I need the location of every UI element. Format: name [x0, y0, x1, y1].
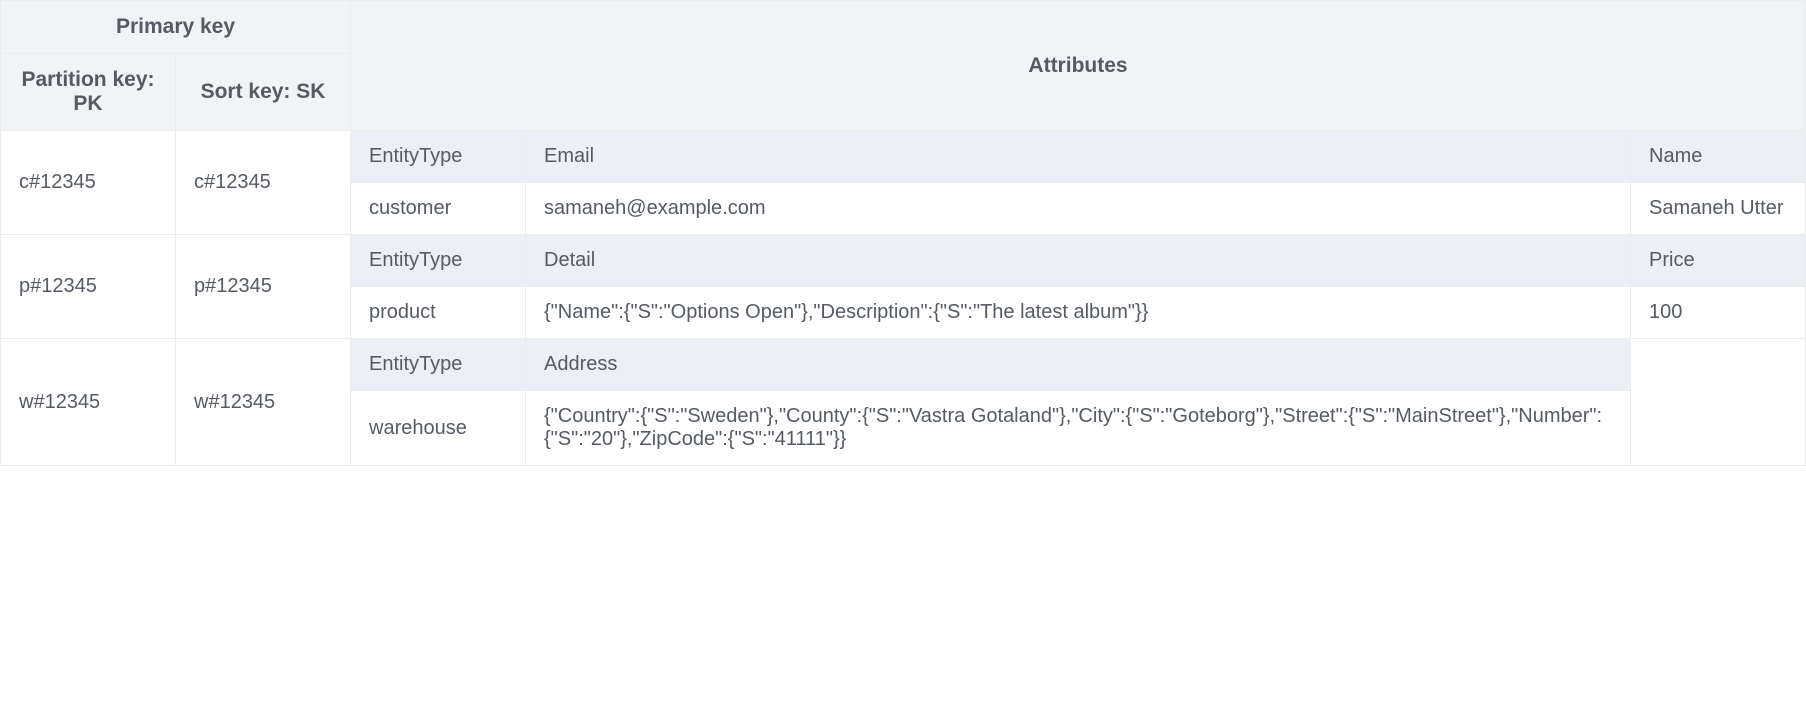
attr-value: samaneh@example.com: [526, 183, 1631, 235]
table-row: w#12345 w#12345 EntityType Address: [1, 339, 1806, 391]
table-row: p#12345 p#12345 EntityType Detail Price: [1, 235, 1806, 287]
attr-value: product: [351, 287, 526, 339]
attr-label: Address: [526, 339, 1631, 391]
cell-pk: c#12345: [1, 131, 176, 235]
header-attributes: Attributes: [351, 1, 1806, 131]
attr-value: 100: [1631, 287, 1806, 339]
attr-value: {"Country":{"S":"Sweden"},"County":{"S":…: [526, 391, 1631, 466]
attr-label: EntityType: [351, 235, 526, 287]
cell-pk: p#12345: [1, 235, 176, 339]
cell-pk: w#12345: [1, 339, 176, 466]
attr-value: warehouse: [351, 391, 526, 466]
dynamodb-table: Primary key Attributes Partition key: PK…: [0, 0, 1806, 466]
header-primary-key: Primary key: [1, 1, 351, 54]
attr-label: Detail: [526, 235, 1631, 287]
cell-sk: c#12345: [176, 131, 351, 235]
attr-label: EntityType: [351, 339, 526, 391]
cell-sk: p#12345: [176, 235, 351, 339]
table-row: c#12345 c#12345 EntityType Email Name: [1, 131, 1806, 183]
attr-label: Email: [526, 131, 1631, 183]
header-partition-key: Partition key: PK: [1, 54, 176, 131]
attr-label: EntityType: [351, 131, 526, 183]
attr-empty: [1631, 339, 1806, 466]
header-sort-key: Sort key: SK: [176, 54, 351, 131]
attr-label: Name: [1631, 131, 1806, 183]
attr-value: Samaneh Utter: [1631, 183, 1806, 235]
cell-sk: w#12345: [176, 339, 351, 466]
attr-label: Price: [1631, 235, 1806, 287]
attr-value: {"Name":{"S":"Options Open"},"Descriptio…: [526, 287, 1631, 339]
attr-value: customer: [351, 183, 526, 235]
